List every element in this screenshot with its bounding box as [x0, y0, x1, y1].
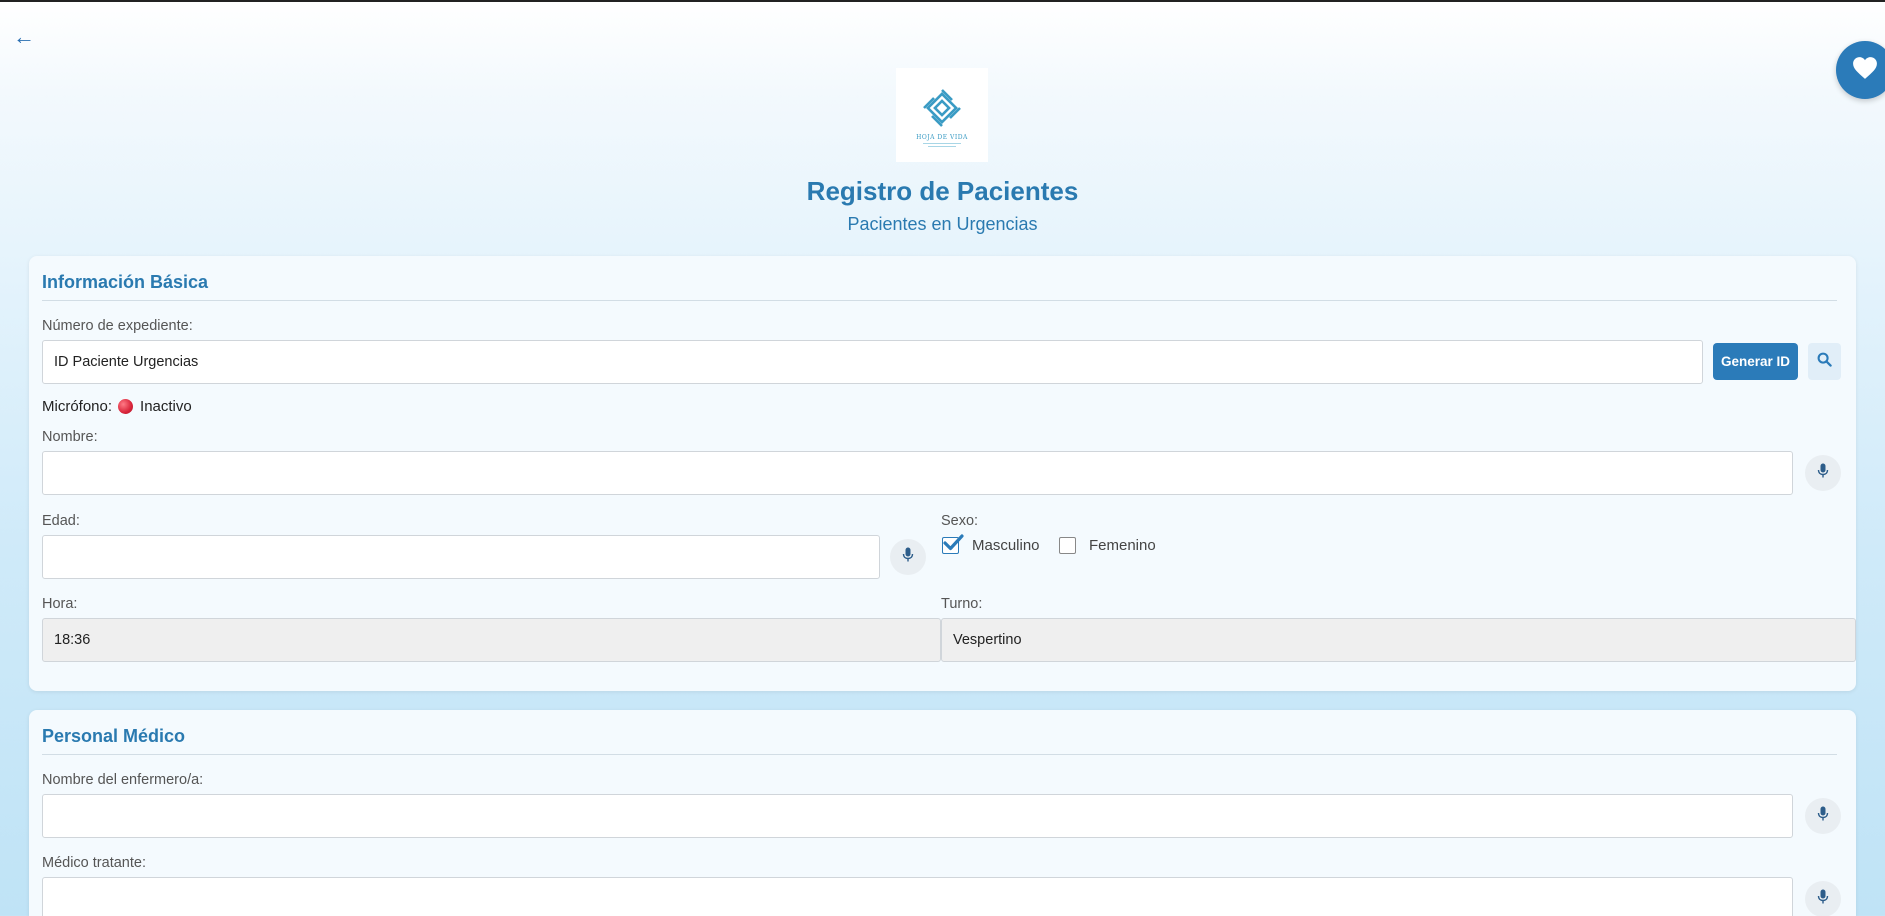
edad-label: Edad: [42, 513, 80, 529]
microphone-icon [1817, 806, 1829, 827]
medico-mic-button[interactable] [1805, 881, 1841, 916]
medical-staff-card: Personal Médico Nombre del enfermero/a: … [29, 710, 1856, 916]
clinic-logo: HOJA DE VIDA [896, 68, 988, 162]
masculino-label: Masculino [972, 537, 1040, 554]
enfermero-input[interactable] [42, 794, 1793, 838]
back-arrow-icon[interactable]: ← [13, 26, 35, 48]
section-title: Personal Médico [42, 726, 186, 746]
logo-emblem-icon [923, 88, 961, 127]
enfermero-label: Nombre del enfermero/a: [42, 772, 204, 788]
enfermero-mic-button[interactable] [1805, 798, 1841, 834]
sexo-label: Sexo: [941, 513, 979, 529]
section-divider [42, 754, 1837, 755]
status-indicator-icon [118, 399, 134, 414]
microphone-icon [902, 547, 914, 568]
microphone-icon [1817, 463, 1829, 484]
generate-id-button[interactable]: Generar ID [1713, 343, 1798, 380]
nombre-input[interactable] [42, 451, 1793, 495]
section-title: Información Básica [42, 272, 209, 292]
medico-label: Médico tratante: [42, 855, 146, 871]
masculino-checkbox[interactable] [942, 534, 964, 554]
femenino-label: Femenino [1089, 537, 1156, 554]
medico-input[interactable] [42, 877, 1793, 916]
expediente-input[interactable]: ID Paciente Urgencias [42, 340, 1703, 384]
turno-label: Turno: [941, 596, 983, 612]
favorite-button[interactable] [1836, 41, 1885, 99]
basic-info-card: Información Básica Número de expediente:… [29, 256, 1856, 691]
microphone-icon [1817, 889, 1829, 910]
hora-input[interactable]: 18:36 [42, 618, 941, 662]
section-divider [42, 300, 1837, 301]
heart-icon [1852, 56, 1878, 85]
logo-text: HOJA DE VIDA [916, 133, 968, 141]
search-button[interactable] [1808, 343, 1841, 380]
edad-input[interactable] [42, 535, 880, 579]
logo-divider [923, 142, 961, 144]
page-subtitle: Pacientes en Urgencias [847, 214, 1038, 234]
turno-input[interactable]: Vespertino [941, 618, 1856, 662]
hora-label: Hora: [42, 596, 78, 612]
microphone-status-text: Inactivo [140, 398, 192, 415]
logo-divider [928, 145, 956, 147]
search-icon [1817, 352, 1832, 372]
page-title: Registro de Pacientes [806, 176, 1079, 206]
edad-mic-button[interactable] [890, 539, 926, 575]
expediente-label: Número de expediente: [42, 318, 193, 334]
microphone-label: Micrófono: [42, 398, 113, 415]
femenino-checkbox[interactable] [1059, 537, 1076, 554]
microphone-status: Micrófono: Inactivo [42, 398, 192, 415]
sexo-femenino-option[interactable]: Femenino [1059, 537, 1156, 554]
sexo-masculino-option[interactable]: Masculino [942, 534, 1040, 554]
nombre-mic-button[interactable] [1805, 455, 1841, 491]
nombre-label: Nombre: [42, 429, 98, 445]
